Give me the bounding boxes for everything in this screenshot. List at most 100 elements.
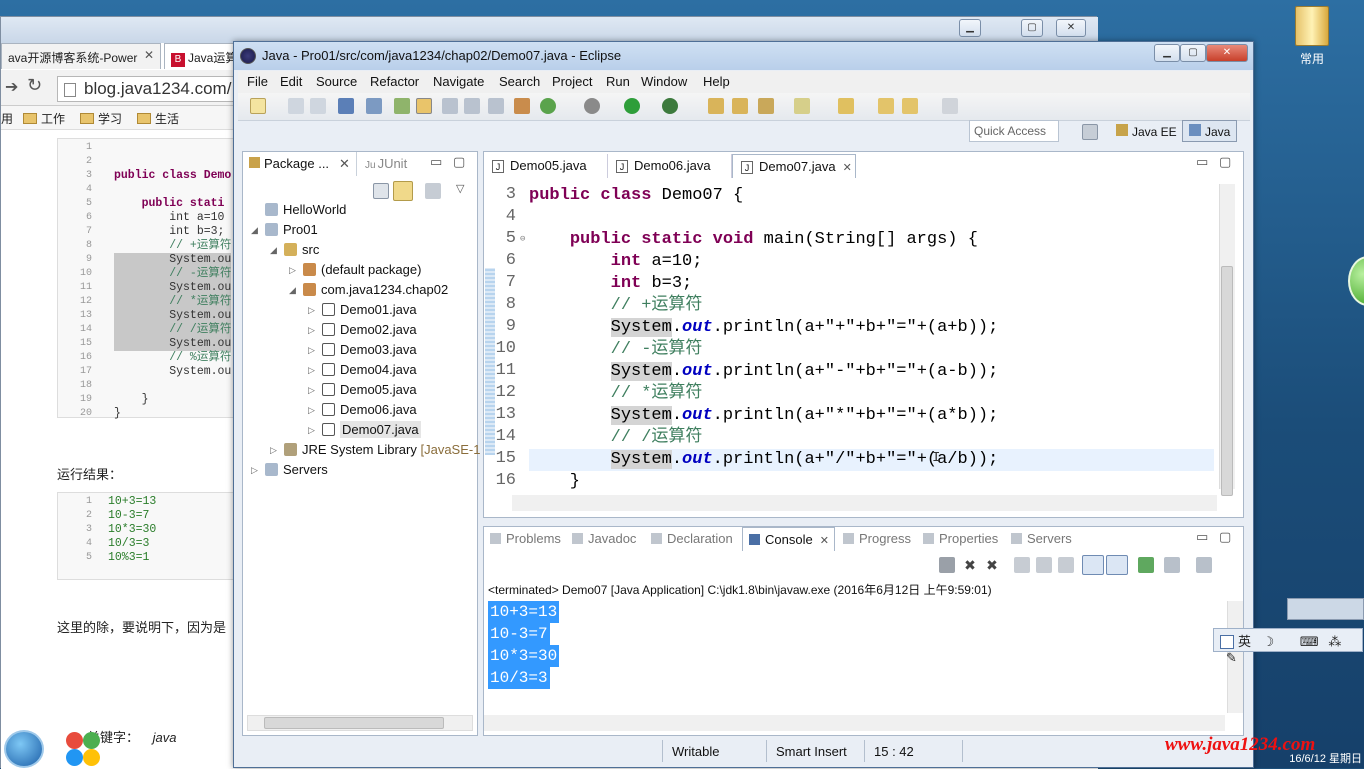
tree-item[interactable]: ▷ Servers [251, 460, 328, 480]
twisty-icon[interactable]: ▷ [308, 320, 315, 340]
twisty-icon[interactable]: ◢ [289, 280, 296, 300]
code-line[interactable] [529, 207, 1214, 229]
console-output-line[interactable]: 10+3=13 [488, 601, 560, 623]
tab-junit[interactable]: Ju JUnit [359, 152, 413, 176]
build-icon[interactable] [514, 98, 530, 114]
mark-occurrences-icon[interactable] [416, 98, 432, 114]
bottom-tab-problems[interactable]: Problems [484, 527, 564, 551]
run-icon[interactable] [624, 98, 640, 114]
scroll-thumb[interactable] [264, 717, 444, 729]
editor-tab[interactable]: J Demo05.java [484, 154, 608, 178]
pin-console-icon[interactable] [1138, 557, 1154, 573]
console-output-line[interactable]: 10-3=7 [488, 623, 550, 645]
scroll-lock-icon[interactable] [1036, 557, 1052, 573]
minimize-editor-icon[interactable]: ▭ [1196, 154, 1208, 170]
taskbar-app-icon[interactable] [66, 732, 100, 766]
menu-run[interactable]: Run [606, 74, 630, 89]
perspective-java[interactable]: Java [1182, 120, 1238, 142]
perspective-java-ee[interactable]: Java EE [1109, 120, 1184, 142]
bottom-tab-servers[interactable]: Servers [1005, 527, 1075, 551]
terminate-icon[interactable] [939, 557, 955, 573]
link-with-editor-icon[interactable] [393, 181, 413, 201]
code-line[interactable]: } [529, 471, 1214, 493]
menu-help[interactable]: Help [703, 74, 730, 89]
collapse-all-icon[interactable] [373, 183, 389, 199]
open-project-icon[interactable] [708, 98, 724, 114]
twisty-icon[interactable]: ▷ [308, 420, 315, 440]
eclipse-minimize-button[interactable]: ▁ [1154, 44, 1180, 62]
console-horizontal-scrollbar[interactable] [484, 715, 1225, 731]
close-icon[interactable]: ✕ [817, 535, 829, 547]
twisty-icon[interactable]: ◢ [270, 240, 277, 260]
twisty-icon[interactable]: ▷ [289, 260, 296, 280]
code-line[interactable]: // -运算符 [529, 339, 1214, 361]
tree-item[interactable]: ◢ src [270, 240, 319, 260]
show-whitespace-icon[interactable] [464, 98, 480, 114]
quick-access-input[interactable]: Quick Access [969, 120, 1059, 142]
twisty-icon[interactable]: ▷ [308, 300, 315, 320]
open-perspective-icon[interactable] [1082, 124, 1098, 140]
twisty-icon[interactable]: ▷ [308, 360, 315, 380]
tree-item[interactable]: ◢ com.java1234.chap02 [289, 280, 448, 300]
remove-launch-icon[interactable]: ✖ [962, 557, 978, 573]
reload-icon[interactable]: ↻ [27, 75, 42, 96]
ime-toolbar[interactable]: 英 ☽ ⌨ ⁂ ✎ [1213, 628, 1363, 665]
code-line[interactable]: System.out.println(a+"+"+b+"="+(a+b)); [529, 317, 1214, 339]
editor-tab[interactable]: J Demo06.java [608, 154, 732, 178]
tree-item[interactable]: ◢ Pro01 [251, 220, 318, 240]
code-line[interactable]: public static void main(String[] args) { [529, 229, 1214, 251]
horizontal-scrollbar[interactable] [247, 715, 473, 731]
forward-icon[interactable] [942, 98, 958, 114]
fold-icon[interactable]: ⊖ [520, 234, 525, 244]
tab-close-icon[interactable]: ✕ [144, 48, 154, 62]
tree-item[interactable]: ▷ Demo01.java [308, 300, 417, 320]
tree-item[interactable]: ▷ Demo04.java [308, 360, 417, 380]
display-console-icon[interactable] [1164, 557, 1180, 573]
open-type-icon[interactable] [394, 98, 410, 114]
console-output-line[interactable]: 10*3=30 [488, 645, 560, 667]
tree-item[interactable]: ▷ Demo05.java [308, 380, 417, 400]
tree-item[interactable]: ▷ Demo03.java [308, 340, 417, 360]
last-edit-icon[interactable] [878, 98, 894, 114]
browser-minimize-button[interactable]: ▁ [959, 19, 981, 37]
browser-close-button[interactable]: ✕ [1056, 19, 1086, 37]
url-field[interactable]: blog.java1234.com/ [57, 76, 237, 102]
start-button[interactable] [4, 730, 44, 768]
tree-item[interactable]: ▷ JRE System Library [JavaSE-1 [270, 440, 480, 460]
open-folder-icon[interactable] [732, 98, 748, 114]
tab-package-explorer[interactable]: Package ... ✕ [243, 152, 357, 176]
maximize-view-icon[interactable]: ▢ [1219, 529, 1231, 545]
clear-console-icon[interactable] [1014, 557, 1030, 573]
pen-icon[interactable] [758, 98, 774, 114]
code-line[interactable]: int b=3; [529, 273, 1214, 295]
show-on-error-icon[interactable] [1106, 555, 1128, 575]
ime-language[interactable]: 英 [1238, 634, 1251, 649]
bookmark-item[interactable]: 用 [1, 110, 13, 127]
ime-toolbar-secondary[interactable] [1287, 598, 1364, 620]
block-selection-icon[interactable] [442, 98, 458, 114]
open-console-icon[interactable] [1196, 557, 1212, 573]
punctuation-icon[interactable]: ⁂ [1328, 634, 1341, 649]
back-icon[interactable] [902, 98, 918, 114]
maximize-editor-icon[interactable]: ▢ [1219, 154, 1231, 170]
show-on-output-icon[interactable] [1082, 555, 1104, 575]
code-line[interactable]: System.out.println(a+"-"+b+"="+(a-b)); [529, 361, 1214, 383]
code-line[interactable]: // +运算符 [529, 295, 1214, 317]
minimize-view-icon[interactable]: ▭ [430, 154, 442, 170]
menu-refactor[interactable]: Refactor [370, 74, 419, 89]
bottom-tab-javadoc[interactable]: Javadoc [566, 527, 641, 551]
code-line[interactable]: System.out.println(a+"/"+b+"="+(a/b)); [529, 449, 1214, 471]
tree-item[interactable]: ▷ (default package) [289, 260, 421, 280]
wrench-icon[interactable]: ✎ [1226, 650, 1237, 665]
view-menu-icon[interactable]: ▽ [456, 182, 464, 195]
browser-tab-java[interactable]: B Java运算 [164, 43, 234, 69]
new-icon[interactable] [250, 98, 266, 114]
keyboard-icon[interactable]: ⌨ [1300, 634, 1319, 649]
browser-tab-blog[interactable]: ava开源博客系统-Power [1, 43, 161, 69]
save-all-icon[interactable] [310, 98, 326, 114]
console-output[interactable]: 10+3=13 10-3=7 10*3=30 10/3=3 [484, 601, 1224, 711]
keyword-link[interactable]: java [153, 730, 177, 745]
tree-item[interactable]: ▷ Demo02.java [308, 320, 417, 340]
menu-search[interactable]: Search [499, 74, 540, 89]
word-wrap-icon[interactable] [1058, 557, 1074, 573]
